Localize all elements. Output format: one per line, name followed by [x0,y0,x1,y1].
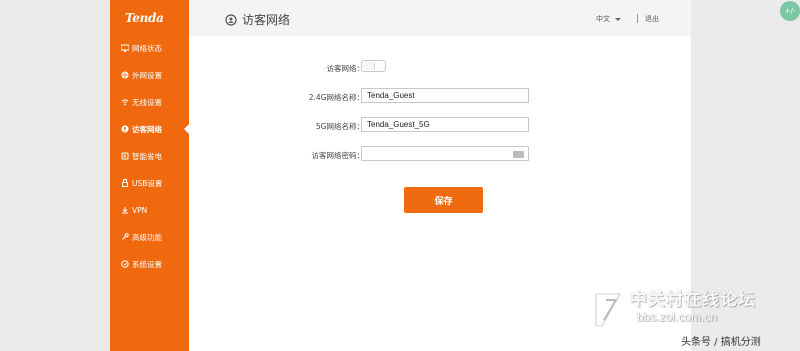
watermark-url: bbs.zol.com.cn [637,310,718,324]
corner-badge-icon: +/- [780,1,800,21]
guest-network-icon [225,13,237,26]
sidebar-item-label: 访客网络 [132,124,162,134]
logout-link[interactable]: 退出 [645,14,659,24]
sidebar-item-wan-settings[interactable]: 外网设置 [110,67,189,83]
page-title: 访客网络 [242,13,291,27]
top-bar: 访客网络 中文 退出 [189,0,691,36]
sidebar-item-power-save[interactable]: 智能省电 [110,148,189,164]
sidebar-item-label: 外网设置 [132,70,162,80]
sidebar-item-vpn[interactable]: VPN [110,202,189,218]
sidebar-item-label: VPN [132,205,148,215]
zol-watermark-logo [592,290,624,330]
keyboard-icon[interactable] [513,151,524,158]
sidebar-item-usb-settings[interactable]: USB设置 [110,175,189,191]
guest-network-label: 访客网络： [326,64,365,73]
ssid-5g-label: 5G网络名称： [315,122,364,131]
wifi-icon [120,98,129,107]
guest-password-input[interactable] [361,146,529,161]
guest-password-label: 访客网络密码： [311,151,365,160]
ssid-5g-input[interactable] [361,117,529,132]
language-selector[interactable]: 中文 [596,14,621,24]
sidebar-item-label: USB设置 [132,178,163,188]
header-divider [637,14,638,23]
sidebar-item-label: 无线设置 [132,97,162,107]
sidebar: Tenda 网络状态 外网设置 无线设置 访客网络 智能省电 USB设置 VPN… [110,0,189,351]
network-status-icon [120,44,129,53]
guest-network-icon [120,125,129,134]
language-label: 中文 [596,15,610,23]
sidebar-item-label: 高级功能 [132,232,162,242]
ssid-24g-input[interactable] [361,88,529,103]
wrench-icon [120,233,129,242]
sidebar-item-guest-network[interactable]: 访客网络 [110,121,189,137]
watermark-title: 中关村在线论坛 [630,290,756,310]
settings-icon [120,260,129,269]
globe-icon [120,71,129,80]
sidebar-item-label: 智能省电 [132,151,162,161]
tenda-logo: Tenda [125,11,164,25]
sidebar-item-system-settings[interactable]: 系统设置 [110,256,189,272]
sidebar-item-label: 网络状态 [132,43,162,53]
vpn-icon [120,206,129,215]
save-button[interactable]: 保存 [404,187,483,213]
sidebar-item-wireless-settings[interactable]: 无线设置 [110,94,189,110]
page-header: 访客网络 [225,11,290,28]
power-save-icon [120,152,129,161]
usb-icon [120,179,129,188]
ssid-24g-label: 2.4G网络名称： [308,93,364,102]
chevron-down-icon [615,17,621,21]
guest-network-toggle[interactable] [361,60,386,72]
sidebar-item-label: 系统设置 [132,259,162,269]
toggle-knob [363,62,375,70]
sidebar-item-advanced[interactable]: 高级功能 [110,229,189,245]
watermark-credit: 头条号 / 搞机分测 [681,337,761,348]
sidebar-item-network-status[interactable]: 网络状态 [110,40,189,56]
